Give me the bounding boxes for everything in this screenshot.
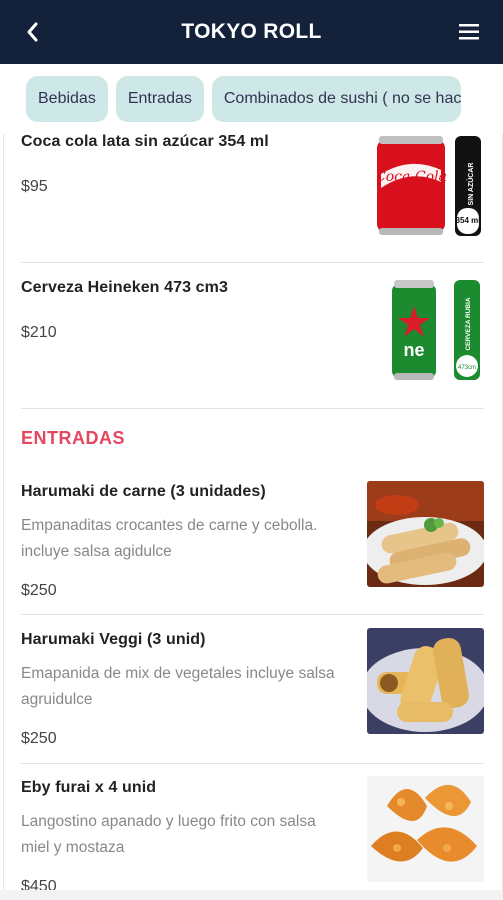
can-side-text: CERVEZA RUBIA — [465, 297, 472, 350]
hamburger-menu-icon — [459, 24, 479, 40]
content-left-border — [3, 64, 4, 900]
item-price-wrap: $210 — [21, 324, 57, 342]
category-chip-combinados[interactable]: Combinados de sushi ( no se hac — [211, 76, 462, 122]
coca-cola-can-image: Coca-Cola SIN AZÚCAR 354 ml — [377, 134, 487, 238]
category-scroll[interactable]: Bebidas Entradas Combinados de sushi ( n… — [26, 76, 462, 122]
menu-item-harumaki-carne[interactable]: Harumaki de carne (3 unidades) Empanadit… — [21, 483, 361, 600]
category-bar: Bebidas Entradas Combinados de sushi ( n… — [0, 64, 503, 134]
item-price: $250 — [21, 582, 57, 599]
item-divider — [21, 763, 484, 764]
item-price: $210 — [21, 324, 57, 341]
chevron-left-icon — [27, 22, 38, 42]
can-volume-text: 354 ml — [456, 216, 481, 225]
item-price: $95 — [21, 178, 48, 195]
item-name: Harumaki Veggi (3 unid) — [21, 631, 206, 648]
item-price-wrap: $95 — [21, 178, 48, 196]
menu-item-eby-furai[interactable]: Eby furai x 4 unid Langostino apanado y … — [21, 779, 361, 896]
menu-button[interactable] — [457, 20, 481, 44]
item-name: Eby furai x 4 unid — [21, 779, 157, 796]
section-title-entradas: ENTRADAS — [21, 428, 126, 448]
item-description: Langostino apanado y luego frito con sal… — [21, 813, 316, 830]
harumaki-veggi-image — [367, 628, 484, 734]
svg-text:Coca-Cola: Coca-Cola — [377, 169, 447, 185]
can-volume-text: 473cm — [458, 365, 476, 371]
item-divider — [21, 262, 484, 263]
heineken-can-image: ne CERVEZA RUBIA 473cm — [392, 278, 487, 382]
category-chip-bebidas[interactable]: Bebidas — [26, 76, 108, 122]
item-description: Emapanida de mix de vegetales incluye sa… — [21, 665, 335, 682]
back-button[interactable] — [20, 16, 48, 48]
item-divider — [21, 614, 484, 615]
can-side-text: SIN AZÚCAR — [466, 163, 475, 206]
svg-text:ne: ne — [403, 340, 424, 360]
item-description: Empanaditas crocantes de carne y cebolla… — [21, 517, 318, 534]
bottom-bar — [0, 890, 503, 900]
app-header: TOKYO ROLL — [0, 0, 503, 64]
menu-item-harumaki-veggi[interactable]: Harumaki Veggi (3 unid) Emapanida de mix… — [21, 631, 361, 748]
page-title: TOKYO ROLL — [181, 20, 322, 43]
harumaki-carne-image — [367, 481, 484, 587]
eby-furai-image — [367, 776, 484, 882]
item-name: Harumaki de carne (3 unidades) — [21, 483, 266, 500]
category-chip-entradas[interactable]: Entradas — [115, 76, 204, 122]
item-description-cont: miel y mostaza — [21, 839, 125, 856]
item-description-cont: agruidulce — [21, 691, 93, 708]
item-description-cont: incluye salsa agidulce — [21, 543, 172, 560]
section-divider — [21, 408, 484, 409]
item-price: $250 — [21, 730, 57, 747]
